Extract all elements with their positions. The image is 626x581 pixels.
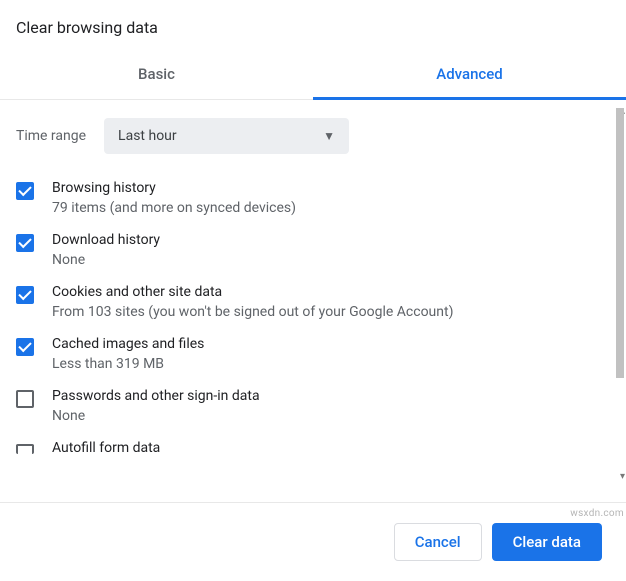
scrollbar-thumb[interactable]	[616, 108, 624, 378]
tab-advanced[interactable]: Advanced	[313, 55, 626, 100]
item-sub: None	[52, 252, 160, 268]
item-text: Browsing history 79 items (and more on s…	[52, 180, 296, 216]
scroll-down-icon[interactable]: ▾	[620, 471, 625, 482]
item-sub: 79 items (and more on synced devices)	[52, 200, 296, 216]
checkbox-browsing-history[interactable]	[16, 182, 34, 200]
item-text: Download history None	[52, 232, 160, 268]
time-range-row: Time range Last hour ▼	[0, 100, 612, 172]
time-range-selected: Last hour	[118, 128, 177, 144]
tabs-row: Basic Advanced	[0, 55, 626, 100]
item-title: Autofill form data	[52, 440, 160, 454]
items-list: Browsing history 79 items (and more on s…	[0, 172, 612, 454]
item-sub: From 103 sites (you won't be signed out …	[52, 304, 453, 320]
item-title: Cookies and other site data	[52, 284, 453, 300]
item-cookies: Cookies and other site data From 103 sit…	[0, 276, 612, 328]
checkbox-passwords[interactable]	[16, 390, 34, 408]
item-sub: Less than 319 MB	[52, 356, 204, 372]
item-title: Download history	[52, 232, 160, 248]
item-title: Browsing history	[52, 180, 296, 196]
footer: Cancel Clear data	[0, 502, 626, 581]
item-cached: Cached images and files Less than 319 MB	[0, 328, 612, 380]
time-range-dropdown[interactable]: Last hour ▼	[104, 118, 349, 154]
chevron-down-icon: ▼	[323, 129, 335, 143]
item-text: Autofill form data	[52, 440, 160, 454]
item-download-history: Download history None	[0, 224, 612, 276]
item-title: Passwords and other sign-in data	[52, 388, 260, 404]
item-text: Passwords and other sign-in data None	[52, 388, 260, 424]
item-text: Cached images and files Less than 319 MB	[52, 336, 204, 372]
dialog-title: Clear browsing data	[0, 0, 626, 55]
watermark: wsxdn.com	[570, 508, 624, 519]
tab-basic[interactable]: Basic	[0, 55, 313, 99]
checkbox-download-history[interactable]	[16, 234, 34, 252]
scroll-area: Time range Last hour ▼ Browsing history …	[0, 100, 626, 488]
item-title: Cached images and files	[52, 336, 204, 352]
checkbox-autofill[interactable]	[16, 444, 34, 454]
scrollbar[interactable]: ▴ ▾	[616, 108, 624, 480]
item-text: Cookies and other site data From 103 sit…	[52, 284, 453, 320]
item-browsing-history: Browsing history 79 items (and more on s…	[0, 172, 612, 224]
item-sub: None	[52, 408, 260, 424]
checkbox-cached[interactable]	[16, 338, 34, 356]
cancel-button[interactable]: Cancel	[394, 523, 482, 561]
time-range-label: Time range	[16, 128, 86, 144]
item-passwords: Passwords and other sign-in data None	[0, 380, 612, 432]
clear-data-button[interactable]: Clear data	[492, 523, 602, 561]
item-autofill: Autofill form data	[0, 432, 612, 454]
checkbox-cookies[interactable]	[16, 286, 34, 304]
